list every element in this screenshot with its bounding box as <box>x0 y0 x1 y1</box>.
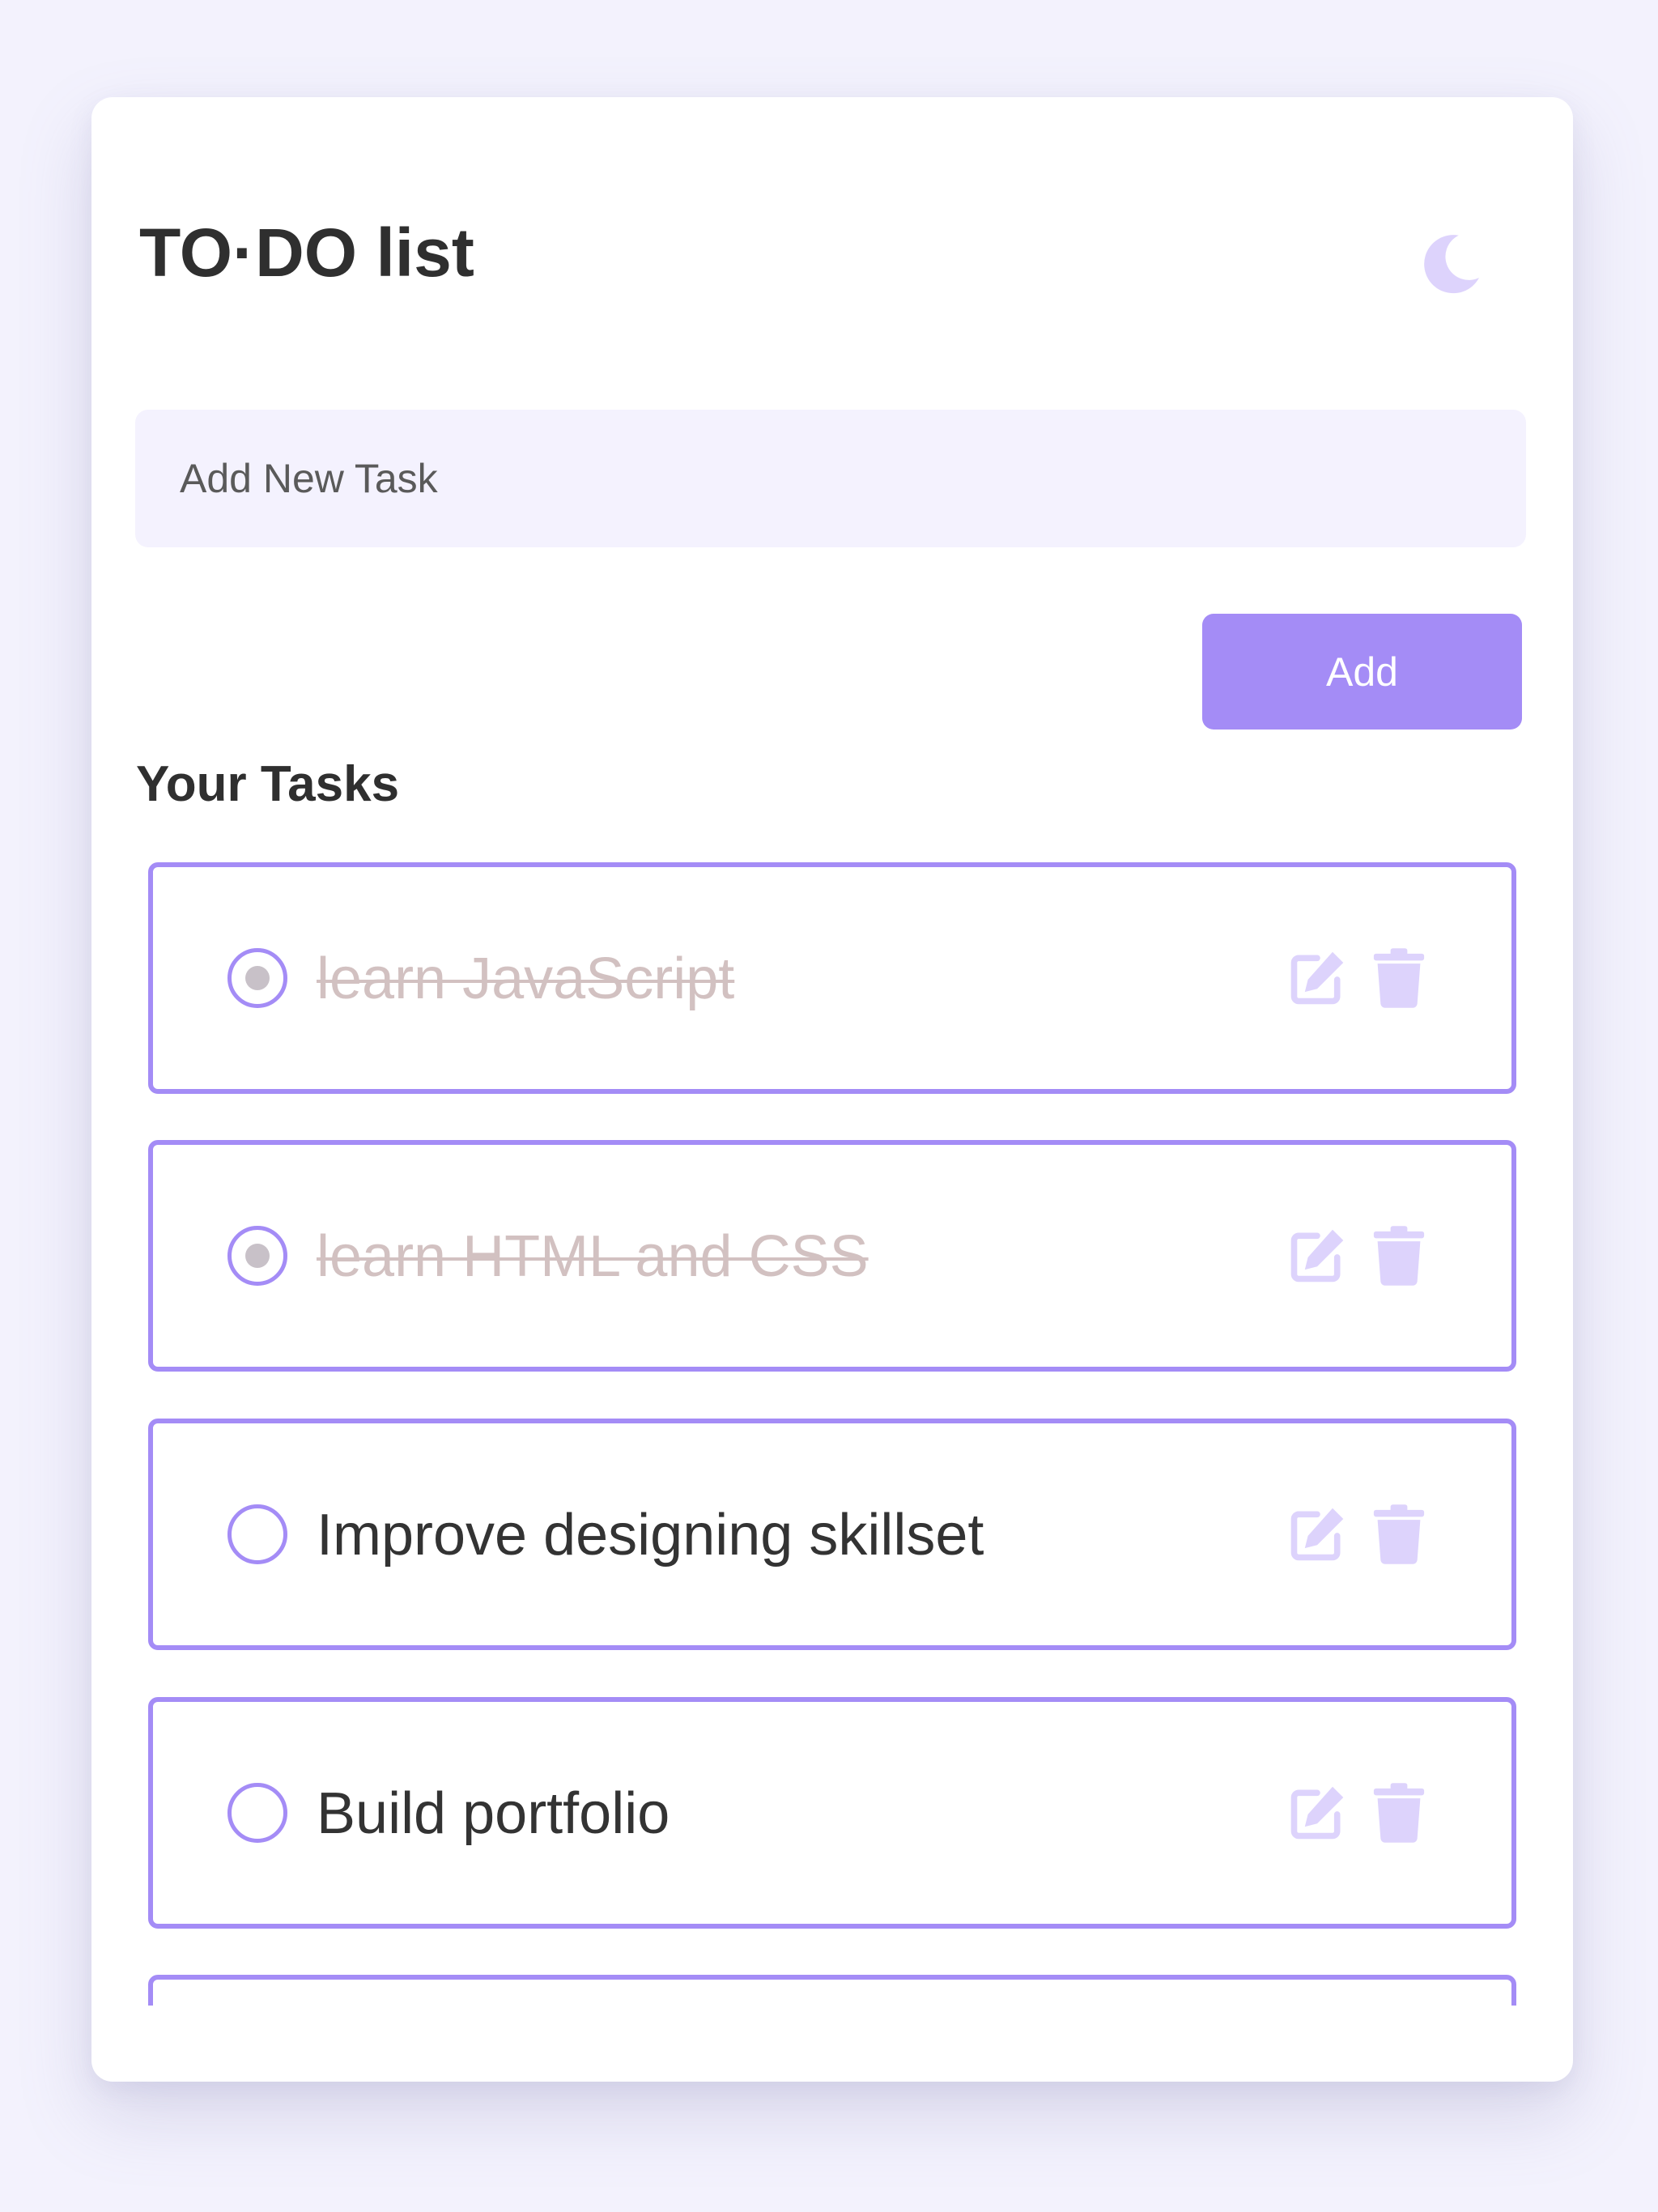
trash-icon <box>1373 1504 1425 1564</box>
task-complete-radio[interactable] <box>227 1226 287 1286</box>
edit-icon <box>1290 1508 1344 1561</box>
task-complete-radio[interactable] <box>227 1504 287 1564</box>
edit-icon <box>1290 1786 1344 1840</box>
task-item-partial <box>148 1975 1516 2006</box>
add-task-button[interactable]: Add <box>1202 614 1522 730</box>
moon-icon <box>1424 235 1479 294</box>
edit-task-button[interactable] <box>1286 1504 1348 1565</box>
trash-icon <box>1373 1226 1425 1286</box>
delete-task-button[interactable] <box>1372 1504 1426 1565</box>
task-item: Improve designing skillset <box>148 1419 1516 1650</box>
todo-card: TO·DO list Add Your Tasks learn JavaScri… <box>91 97 1573 2082</box>
new-task-input[interactable] <box>135 410 1526 547</box>
task-complete-radio[interactable] <box>227 1783 287 1843</box>
trash-icon <box>1373 1783 1425 1843</box>
app-title: TO·DO list <box>139 215 474 291</box>
task-list: learn JavaScript learn HTML and CSS Impr… <box>148 862 1516 2006</box>
task-text: learn HTML and CSS <box>317 1224 869 1289</box>
delete-task-button[interactable] <box>1372 1225 1426 1287</box>
trash-icon <box>1373 948 1425 1008</box>
theme-toggle-button[interactable] <box>1414 227 1486 300</box>
task-text: learn JavaScript <box>317 946 735 1011</box>
task-text: Improve designing skillset <box>317 1503 984 1568</box>
radio-checked-dot <box>245 1244 270 1268</box>
edit-task-button[interactable] <box>1286 1225 1348 1287</box>
edit-icon <box>1290 951 1344 1005</box>
radio-checked-dot <box>245 966 270 990</box>
delete-task-button[interactable] <box>1372 947 1426 1009</box>
delete-task-button[interactable] <box>1372 1782 1426 1844</box>
task-complete-radio[interactable] <box>227 948 287 1008</box>
task-item: learn HTML and CSS <box>148 1140 1516 1372</box>
tasks-section-title: Your Tasks <box>136 756 400 812</box>
edit-task-button[interactable] <box>1286 947 1348 1009</box>
task-item: Build portfolio <box>148 1697 1516 1929</box>
task-item: learn JavaScript <box>148 862 1516 1094</box>
task-text: Build portfolio <box>317 1781 670 1846</box>
edit-task-button[interactable] <box>1286 1782 1348 1844</box>
edit-icon <box>1290 1229 1344 1283</box>
